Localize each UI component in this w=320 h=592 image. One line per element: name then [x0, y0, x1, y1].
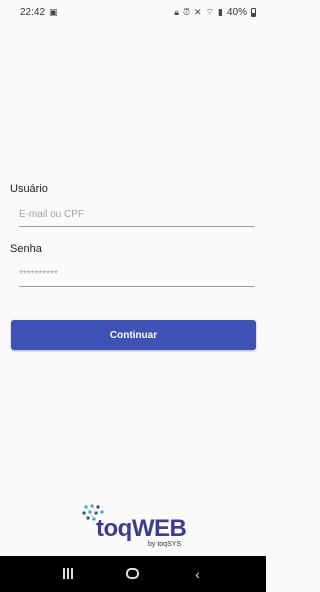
user-input[interactable]	[19, 206, 254, 227]
lock-icon: 🔒︎	[174, 6, 179, 17]
back-icon: ‹	[195, 566, 200, 582]
user-label: Usuário	[10, 183, 48, 195]
home-button[interactable]	[123, 566, 143, 582]
password-label: Senha	[10, 243, 42, 255]
battery-percent: 40%	[226, 6, 247, 18]
status-time: 22:42	[20, 6, 46, 18]
password-input[interactable]	[19, 266, 254, 287]
battery-icon	[251, 7, 256, 17]
toqweb-logo: toqWEB by toqSYS	[80, 503, 190, 551]
recent-apps-icon	[63, 568, 74, 579]
status-bar: 22:42 ▣ 🔒︎ ⏰︎ ✕ ⌔ ▮ 40%	[0, 0, 266, 24]
wifi-icon: ⌔	[205, 6, 215, 17]
navigation-bar: ‹	[0, 556, 266, 592]
gallery-icon: ▣	[49, 6, 58, 17]
recent-apps-button[interactable]	[58, 566, 78, 582]
back-button[interactable]: ‹	[188, 566, 208, 582]
alarm-icon: ⏰︎	[182, 6, 191, 17]
mute-icon: ✕	[194, 6, 202, 17]
logo-text: toqWEB	[96, 515, 187, 542]
login-form: Usuário Senha	[10, 183, 256, 287]
signal-icon: ▮	[218, 6, 223, 17]
continue-button[interactable]: Continuar	[11, 320, 256, 350]
home-icon	[126, 568, 140, 579]
logo-subtitle: by toqSYS	[148, 541, 182, 548]
